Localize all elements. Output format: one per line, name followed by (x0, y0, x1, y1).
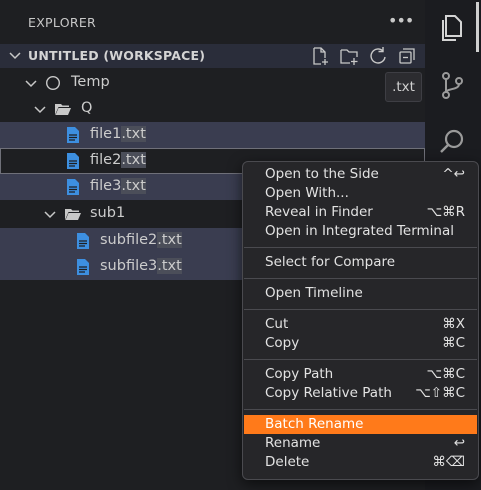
active-indicator (476, 2, 479, 52)
tree-item-label: Temp (71, 74, 110, 90)
file-icon (67, 153, 79, 169)
context-menu: Open to the Side ^↩ Open With... Reveal i… (242, 161, 479, 480)
explorer-icon[interactable] (435, 10, 469, 44)
explorer-header: EXPLORER ••• (0, 0, 425, 44)
file-name-label: subfile3.txt (100, 258, 182, 274)
tree-item-label: Q (81, 100, 93, 116)
menu-separator (244, 359, 477, 360)
file-icon (77, 259, 89, 275)
refresh-icon[interactable] (368, 46, 388, 66)
source-control-icon[interactable] (435, 68, 469, 102)
new-file-icon[interactable] (310, 46, 330, 66)
chevron-down-icon (9, 52, 21, 60)
menu-item-reveal-in-finder[interactable]: Reveal in Finder ⌥⌘R (244, 203, 477, 222)
file-name-label: file1.txt (90, 126, 146, 142)
chevron-down-icon (25, 80, 37, 88)
tree-item-label: sub1 (90, 205, 126, 221)
ellipsis-icon[interactable]: ••• (388, 12, 414, 30)
menu-item-copy-path[interactable]: Copy Path ⌥⌘C (244, 365, 477, 384)
file-name-label: file3.txt (90, 178, 146, 194)
chevron-down-icon (44, 211, 56, 219)
file-name-label: file2.txt (90, 152, 146, 168)
folder-open-icon (65, 209, 81, 220)
collapse-all-icon[interactable] (397, 46, 417, 66)
menu-item-open-timeline[interactable]: Open Timeline (244, 284, 477, 303)
menu-item-select-for-compare[interactable]: Select for Compare (244, 253, 477, 272)
file-name-label: subfile2.txt (100, 232, 182, 248)
file-icon (67, 179, 79, 195)
tree-item-q[interactable]: Q (0, 96, 425, 122)
menu-separator (244, 278, 477, 279)
menu-separator (244, 247, 477, 248)
file-icon (77, 233, 89, 249)
workspace-header[interactable]: UNTITLED (WORKSPACE) (0, 44, 425, 68)
menu-item-copy-relative-path[interactable]: Copy Relative Path ⌥⇧⌘C (244, 384, 477, 403)
workspace-title: UNTITLED (WORKSPACE) (28, 48, 206, 63)
search-icon[interactable] (435, 126, 469, 160)
tree-item-temp[interactable]: Temp (0, 70, 425, 96)
menu-item-cut[interactable]: Cut ⌘X (244, 315, 477, 334)
menu-item-open-to-side[interactable]: Open to the Side ^↩ (244, 165, 477, 184)
menu-item-open-terminal[interactable]: Open in Integrated Terminal (244, 222, 477, 241)
folder-open-icon (55, 104, 71, 115)
chevron-down-icon (34, 106, 46, 114)
tooltip: .txt (385, 72, 422, 102)
menu-item-copy[interactable]: Copy ⌘C (244, 334, 477, 353)
menu-separator (244, 309, 477, 310)
file-icon (67, 127, 79, 143)
menu-item-open-with[interactable]: Open With... (244, 184, 477, 203)
tree-item-file1[interactable]: file1.txt (0, 122, 425, 148)
menu-item-rename[interactable]: Rename ↩ (244, 434, 477, 453)
menu-separator (244, 409, 477, 410)
root-folder-icon (45, 75, 61, 91)
explorer-title: EXPLORER (28, 15, 97, 30)
new-folder-icon[interactable] (339, 46, 359, 66)
menu-item-delete[interactable]: Delete ⌘⌫ (244, 453, 477, 472)
menu-item-batch-rename[interactable]: Batch Rename (244, 415, 477, 434)
